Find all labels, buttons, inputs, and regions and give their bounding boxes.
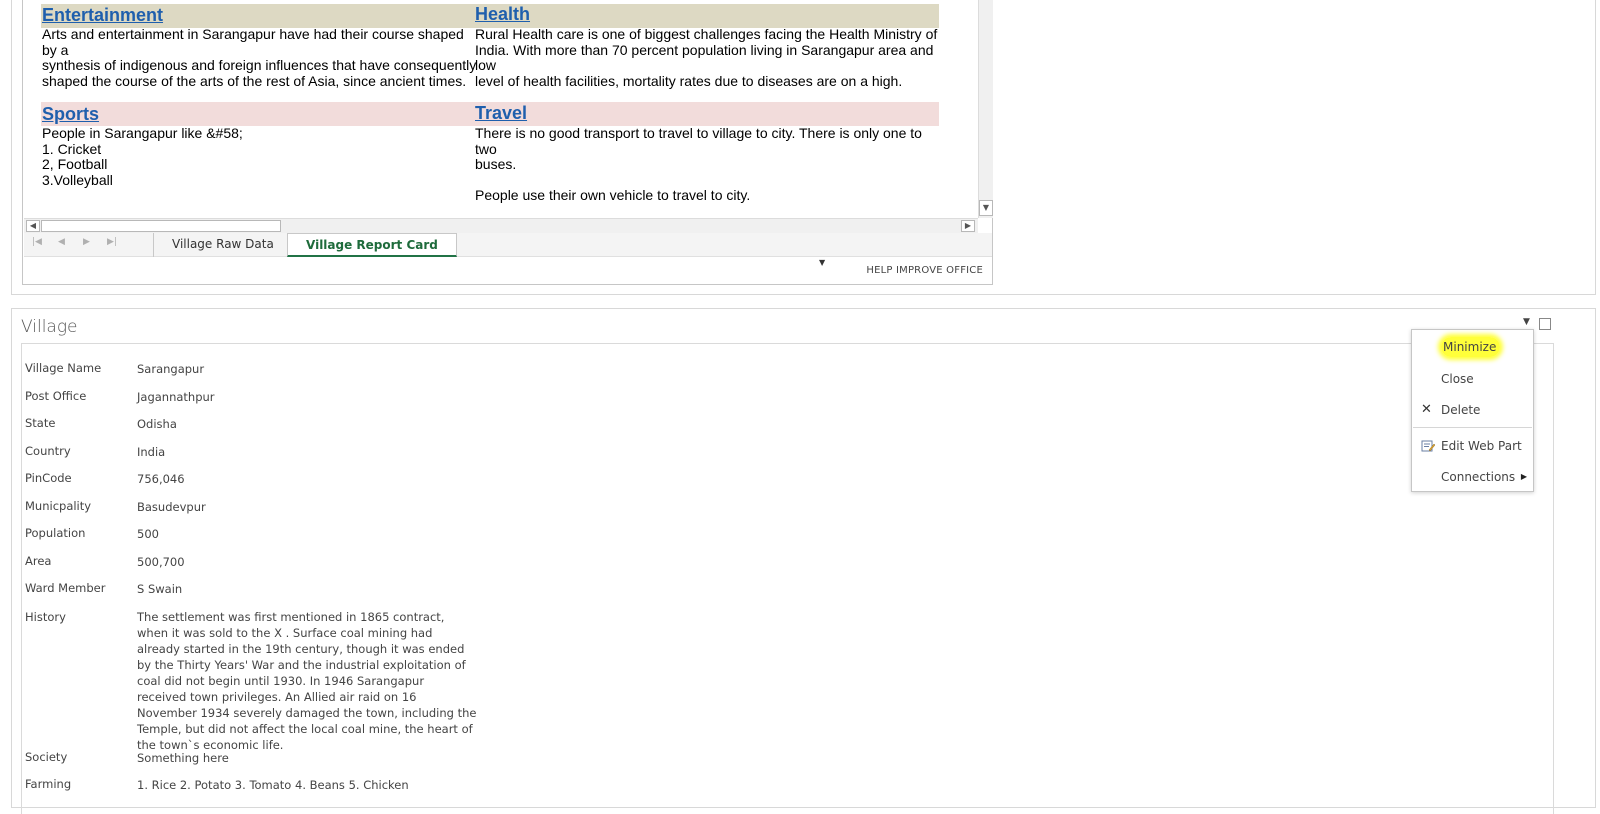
excel-web-part: Entertainment Health Arts and entertainm… — [11, 0, 1596, 295]
field-label: Village Name — [25, 361, 102, 375]
tab-village-report-card[interactable]: Village Report Card — [287, 233, 457, 257]
field-value: 500,700 — [137, 554, 185, 569]
field-label: State — [25, 416, 56, 430]
cell-travel-text[interactable]: There is no good transport to travel to … — [475, 125, 945, 204]
vertical-scrollbar[interactable]: ▼ — [978, 0, 993, 218]
field-value: 500 — [137, 527, 159, 541]
field-history: History The settlement was first mention… — [25, 609, 505, 752]
field-municipality: Municpality Basudevpur — [25, 499, 505, 527]
tab-village-raw-data[interactable]: Village Raw Data — [153, 233, 292, 257]
scroll-left-icon[interactable]: ◀ — [26, 220, 40, 232]
scroll-down-icon[interactable]: ▼ — [979, 200, 993, 216]
menu-separator — [1413, 427, 1532, 428]
first-sheet-icon[interactable]: |◀ — [32, 237, 42, 247]
field-label: Society — [25, 749, 68, 764]
cell-entertainment-title[interactable]: Entertainment — [24, 3, 163, 27]
help-improve-office-link[interactable]: HELP IMPROVE OFFICE — [866, 265, 983, 276]
scroll-right-icon[interactable]: ▶ — [961, 220, 975, 232]
field-area: Area 500,700 — [25, 554, 505, 582]
last-sheet-icon[interactable]: ▶| — [107, 237, 117, 247]
field-population: Population 500 — [25, 526, 505, 554]
field-value: The settlement was first mentioned in 18… — [137, 609, 477, 752]
excel-web-access: Entertainment Health Arts and entertainm… — [22, 0, 993, 285]
cell-entertainment-text[interactable]: Arts and entertainment in Sarangapur hav… — [42, 26, 482, 89]
submenu-arrow-icon: ▶ — [1520, 472, 1527, 481]
menu-item-minimize[interactable]: Minimize — [1412, 334, 1533, 360]
field-value: Odisha — [137, 417, 177, 431]
cell-sports-title[interactable]: Sports — [24, 102, 99, 126]
field-label: Municpality — [25, 498, 92, 513]
spreadsheet-grid[interactable]: Entertainment Health Arts and entertainm… — [24, 0, 977, 218]
cell-sports-text[interactable]: People in Sarangapur like &#58; 1. Crick… — [42, 125, 462, 188]
village-web-part: Village ▼ Village Name Sarangapur Post O… — [11, 308, 1596, 814]
field-label: Country — [25, 443, 71, 458]
field-label: Population — [25, 526, 86, 540]
excel-status-bar: ▼ HELP IMPROVE OFFICE — [24, 258, 992, 284]
field-value: Something here — [137, 750, 229, 765]
field-label: Farming — [25, 777, 72, 791]
menu-item-close[interactable]: Close — [1412, 366, 1533, 392]
web-part-select-checkbox[interactable] — [1539, 318, 1551, 330]
field-ward-member: Ward Member S Swain — [25, 581, 505, 609]
field-value: Jagannathpur — [137, 389, 215, 404]
prev-sheet-icon[interactable]: ◀ — [58, 237, 65, 247]
field-value: Sarangapur — [137, 362, 205, 376]
status-caret-icon[interactable]: ▼ — [819, 258, 825, 267]
web-part-context-menu: Minimize Close ✕ Delete Edit Web Part Co… — [1411, 329, 1534, 492]
sheet-tab-bar: |◀ ◀ ▶ ▶| Village Raw Data Village Repor… — [24, 233, 992, 257]
field-label: Ward Member — [25, 581, 106, 595]
horizontal-scroll-thumb[interactable] — [41, 220, 281, 232]
field-value: S Swain — [137, 582, 183, 596]
field-pincode: PinCode 756,046 — [25, 471, 505, 499]
menu-item-label: Close — [1441, 372, 1474, 386]
field-value: 756,046 — [137, 472, 185, 486]
web-part-menu-icon[interactable]: ▼ — [1523, 317, 1530, 327]
field-country: Country India — [25, 444, 505, 472]
menu-item-edit-web-part[interactable]: Edit Web Part — [1412, 433, 1533, 459]
field-value: Basudevpur — [137, 499, 206, 514]
field-label: History — [25, 609, 66, 624]
menu-item-label: Minimize — [1441, 337, 1501, 357]
web-part-title[interactable]: Village — [21, 317, 78, 337]
field-village-name: Village Name Sarangapur — [25, 361, 505, 389]
horizontal-scrollbar[interactable]: ◀ ▶ — [24, 218, 978, 233]
delete-x-icon: ✕ — [1421, 402, 1432, 417]
cell-travel-title[interactable]: Travel — [457, 101, 527, 125]
next-sheet-icon[interactable]: ▶ — [83, 237, 90, 247]
field-label: Post Office — [25, 388, 87, 403]
village-properties: Village Name Sarangapur Post Office Jaga… — [25, 361, 505, 805]
field-value: India — [137, 444, 166, 459]
menu-item-label: Edit Web Part — [1441, 439, 1522, 453]
edit-web-part-icon — [1421, 433, 1436, 463]
menu-item-connections[interactable]: Connections ▶ — [1412, 464, 1533, 490]
field-society: Society Something here — [25, 750, 505, 778]
cell-health-title[interactable]: Health — [457, 2, 530, 26]
field-post-office: Post Office Jagannathpur — [25, 389, 505, 417]
cell-health-text[interactable]: Rural Health care is one of biggest chal… — [475, 26, 945, 89]
menu-item-label: Delete — [1441, 403, 1481, 417]
field-label: Area — [25, 553, 52, 568]
menu-item-label: Connections — [1441, 470, 1516, 484]
field-label: PinCode — [25, 471, 72, 485]
field-value: 1. Rice 2. Potato 3. Tomato 4. Beans 5. … — [137, 778, 409, 792]
field-farming: Farming 1. Rice 2. Potato 3. Tomato 4. B… — [25, 777, 505, 805]
menu-item-delete[interactable]: ✕ Delete — [1412, 397, 1533, 423]
field-state: State Odisha — [25, 416, 505, 444]
